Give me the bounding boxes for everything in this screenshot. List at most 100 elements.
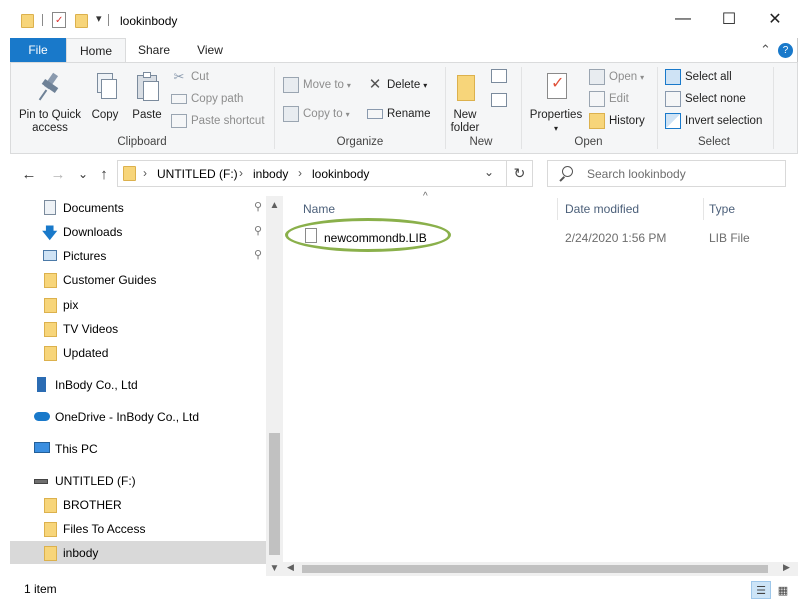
nav-item-documents[interactable]: Documents ⚲ <box>10 196 266 220</box>
pin-icon[interactable]: ⚲ <box>254 248 262 261</box>
dropdown-icon: ▾ <box>640 72 645 82</box>
open-button[interactable]: Open ▾ <box>589 67 644 87</box>
search-input[interactable]: Search lookinbody <box>587 167 686 181</box>
window-folder-icon <box>21 14 34 28</box>
properties-qat-icon[interactable]: ✓ <box>52 12 66 28</box>
paste-shortcut-label: Paste shortcut <box>191 115 265 127</box>
breadcrumb-lookinbody[interactable]: lookinbody <box>312 167 369 181</box>
details-view-button[interactable]: ☰ <box>751 581 771 599</box>
back-button[interactable]: ← <box>19 164 39 184</box>
file-date-modified: 2/24/2020 1:56 PM <box>565 231 667 245</box>
nav-item-pictures[interactable]: Pictures ⚲ <box>10 244 266 268</box>
nav-item-customer-guides[interactable]: Customer Guides <box>10 268 266 292</box>
column-divider[interactable] <box>703 198 704 220</box>
nav-label: Customer Guides <box>63 273 157 287</box>
nav-item-tv-videos[interactable]: TV Videos <box>10 317 266 341</box>
select-all-label: Select all <box>685 71 732 83</box>
help-icon[interactable]: ? <box>778 43 793 58</box>
navigation-pane-scrollbar[interactable]: ▲ ▼ <box>266 196 283 576</box>
nav-item-brother[interactable]: BROTHER <box>10 493 266 517</box>
invert-selection-button[interactable]: Invert selection <box>665 111 762 131</box>
scroll-right-icon[interactable]: ▶ <box>783 562 790 573</box>
copy-path-label: Copy path <box>191 93 244 105</box>
history-label: History <box>609 115 645 127</box>
search-box[interactable]: Search lookinbody <box>547 160 786 187</box>
copy-path-button[interactable]: Copy path <box>171 89 243 109</box>
nav-item-untitled-drive[interactable]: UNTITLED (F:) <box>10 469 266 493</box>
address-bar[interactable]: › UNTITLED (F:) › inbody › lookinbody ⌄ <box>117 160 507 187</box>
scrollbar-thumb[interactable] <box>269 433 280 555</box>
breadcrumb-separator[interactable]: › <box>239 166 243 180</box>
scrollbar-thumb[interactable] <box>302 565 768 573</box>
minimize-button[interactable]: — <box>660 0 706 38</box>
address-dropdown-icon[interactable]: ⌄ <box>484 165 494 179</box>
rename-button[interactable]: Rename <box>367 104 430 124</box>
nav-item-files-to-access[interactable]: Files To Access <box>10 517 266 541</box>
select-none-button[interactable]: Select none <box>665 89 746 109</box>
paste-button[interactable]: Paste <box>127 67 167 122</box>
ribbon-expand-icon[interactable]: ⌃ <box>760 42 771 58</box>
close-button[interactable]: ✕ <box>752 0 798 38</box>
recent-locations-button[interactable]: ⌄ <box>73 164 93 184</box>
pin-icon[interactable]: ⚲ <box>254 224 262 237</box>
nav-item-inbody-company[interactable]: InBody Co., Ltd <box>10 373 266 397</box>
new-item-icon[interactable] <box>491 69 507 83</box>
nav-item-updated[interactable]: Updated <box>10 341 266 365</box>
scroll-down-icon[interactable]: ▼ <box>266 561 283 575</box>
cut-button[interactable]: ✂ Cut <box>171 67 209 87</box>
nav-item-inbody[interactable]: inbody <box>10 541 266 564</box>
copy-button[interactable]: Copy <box>87 67 123 122</box>
cut-label: Cut <box>191 71 209 83</box>
maximize-button[interactable]: ☐ <box>706 0 752 38</box>
scroll-left-icon[interactable]: ◀ <box>287 562 294 573</box>
item-count: 1 item <box>24 582 57 596</box>
paste-shortcut-button[interactable]: Paste shortcut <box>171 111 265 131</box>
breadcrumb-separator[interactable]: › <box>143 166 147 180</box>
tab-view[interactable]: View <box>184 38 236 62</box>
delete-icon: ✕ <box>368 76 382 93</box>
sort-ascending-icon: ^ <box>423 191 428 202</box>
nav-item-downloads[interactable]: 🡇 Downloads ⚲ <box>10 220 266 244</box>
edit-button[interactable]: Edit <box>589 89 629 109</box>
breadcrumb-inbody[interactable]: inbody <box>253 167 288 181</box>
column-header-type[interactable]: Type <box>709 202 735 216</box>
history-button[interactable]: History <box>589 111 645 131</box>
folder-icon <box>44 346 57 361</box>
nav-item-pix[interactable]: pix <box>10 293 266 317</box>
nav-item-onedrive[interactable]: OneDrive - InBody Co., Ltd <box>10 405 266 429</box>
tab-file[interactable]: File <box>10 38 66 62</box>
column-header-date-modified[interactable]: Date modified <box>565 202 639 216</box>
delete-button[interactable]: ✕ Delete ▾ <box>367 75 428 95</box>
nav-item-this-pc[interactable]: This PC <box>10 437 266 461</box>
refresh-button[interactable]: ↻ <box>506 160 533 187</box>
pin-to-quick-access-button[interactable]: Pin to Quick access <box>15 67 85 135</box>
nav-label: TV Videos <box>63 322 119 336</box>
pin-icon[interactable]: ⚲ <box>254 200 262 213</box>
breadcrumb-drive[interactable]: UNTITLED (F:) <box>157 167 238 181</box>
new-folder-button[interactable]: New folder <box>447 67 483 135</box>
copy-to-button[interactable]: Copy to ▾ <box>283 104 350 124</box>
column-header-name[interactable]: Name <box>303 202 335 216</box>
large-icons-view-button[interactable]: ▦ <box>773 581 793 599</box>
scroll-up-icon[interactable]: ▲ <box>266 198 283 212</box>
breadcrumb-separator[interactable]: › <box>298 166 302 180</box>
nav-label: This PC <box>55 442 98 456</box>
paste-icon <box>131 71 163 105</box>
scissors-icon: ✂ <box>173 69 185 84</box>
new-folder-qat-icon[interactable] <box>75 14 88 28</box>
file-type: LIB File <box>709 231 750 245</box>
drive-icon <box>34 479 48 484</box>
up-button[interactable]: ↑ <box>94 164 114 184</box>
column-divider[interactable] <box>557 198 558 220</box>
move-to-button[interactable]: Move to ▾ <box>283 75 351 95</box>
properties-button[interactable]: ✓ Properties ▾ <box>523 67 589 135</box>
copy-path-icon <box>171 94 187 104</box>
qat-dropdown-icon[interactable]: ▾ <box>96 12 102 25</box>
tab-home[interactable]: Home <box>66 38 126 63</box>
window-title: lookinbody <box>120 14 178 28</box>
easy-access-icon[interactable] <box>491 93 507 107</box>
tab-share[interactable]: Share <box>128 38 180 62</box>
select-all-button[interactable]: Select all <box>665 67 732 87</box>
file-list-horizontal-scrollbar[interactable]: ◀ ▶ <box>283 562 798 576</box>
forward-button[interactable]: → <box>48 164 68 184</box>
